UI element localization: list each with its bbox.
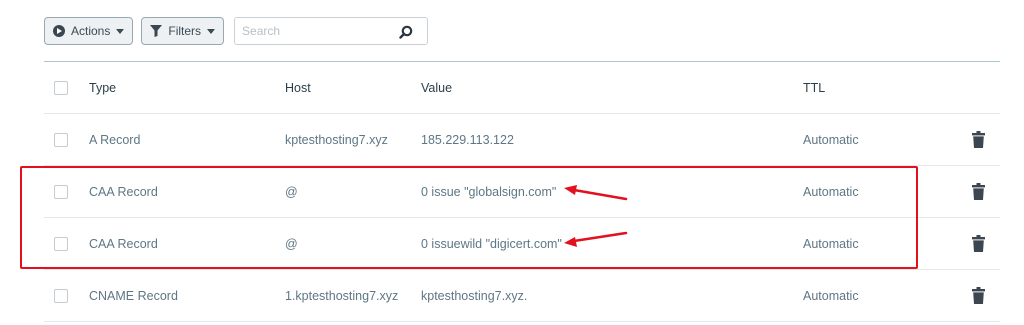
filters-label: Filters <box>168 24 202 38</box>
filter-icon <box>150 25 163 37</box>
search-icon[interactable] <box>399 25 413 39</box>
record-ttl: Automatic <box>803 289 859 303</box>
column-header-value[interactable]: Value <box>421 62 452 114</box>
filters-button[interactable]: Filters <box>141 17 225 45</box>
record-value: 185.229.113.122 <box>421 133 514 147</box>
record-value: kptesthosting7.xyz. <box>421 289 528 303</box>
chevron-down-icon <box>207 28 216 34</box>
column-header-host[interactable]: Host <box>285 62 311 114</box>
play-circle-icon <box>53 25 65 37</box>
actions-label: Actions <box>71 24 111 38</box>
trash-icon[interactable] <box>972 131 985 148</box>
column-header-ttl[interactable]: TTL <box>803 62 825 114</box>
row-checkbox[interactable] <box>54 133 68 147</box>
record-type: CNAME Record <box>89 289 178 303</box>
record-ttl: Automatic <box>803 133 859 147</box>
table-row: CNAME Record 1.kptesthosting7.xyz kptest… <box>44 270 1000 322</box>
annotation-arrow <box>564 231 628 247</box>
row-checkbox[interactable] <box>54 289 68 303</box>
trash-icon[interactable] <box>972 287 985 304</box>
search-box <box>234 17 429 45</box>
annotation-arrow <box>564 185 628 201</box>
table-row: A Record kptesthosting7.xyz 185.229.113.… <box>44 114 1000 166</box>
trash-icon[interactable] <box>972 235 985 252</box>
table-header: Type Host Value TTL <box>44 62 1000 114</box>
select-all-checkbox[interactable] <box>54 81 68 95</box>
toolbar: Actions Filters <box>44 17 429 45</box>
search-input[interactable] <box>235 18 396 44</box>
actions-button[interactable]: Actions <box>44 17 134 45</box>
record-type: A Record <box>89 133 141 147</box>
annotation-highlight-box <box>20 166 918 269</box>
record-host: 1.kptesthosting7.xyz <box>285 289 399 303</box>
trash-icon[interactable] <box>972 183 985 200</box>
chevron-down-icon <box>116 28 125 34</box>
record-host: kptesthosting7.xyz <box>285 133 388 147</box>
column-header-type[interactable]: Type <box>89 62 116 114</box>
